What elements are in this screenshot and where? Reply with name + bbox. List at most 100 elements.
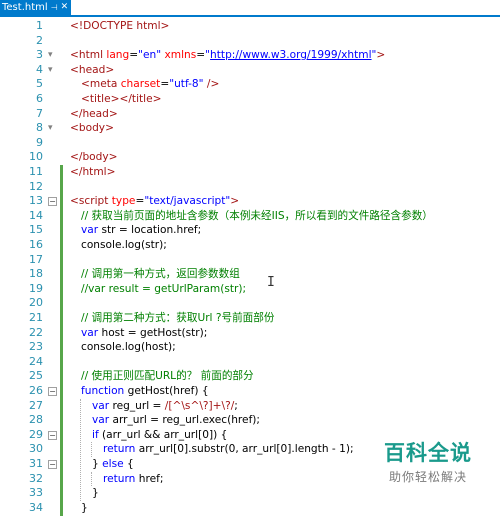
code-text[interactable]: console.log(str);: [81, 238, 167, 253]
code-token: charset: [120, 78, 161, 91]
code-token: lang: [106, 49, 130, 62]
indent-guide: [80, 398, 81, 501]
code-text[interactable]: return arr_url[0].substr(0, arr_url[0].l…: [103, 442, 354, 457]
code-text[interactable]: <html lang="en" xmlns="http://www.w3.org…: [70, 48, 385, 63]
code-text[interactable]: <meta charset="utf-8" />: [81, 77, 219, 92]
code-text[interactable]: <head>: [70, 63, 114, 78]
code-text[interactable]: //var result = getUrlParam(str);: [81, 282, 246, 297]
line-number: 6: [36, 92, 43, 105]
line-number: 14: [29, 208, 43, 222]
code-token: // 调用第二种方式：获取Url ?号前面部份: [81, 312, 275, 324]
line-number: 29: [29, 427, 43, 441]
collapse-box-icon[interactable]: −: [48, 430, 57, 440]
code-text[interactable]: var reg_url = /[^\s^\?]+\?/;: [92, 399, 238, 414]
code-token: href;: [138, 472, 164, 485]
code-line: 15 var str = location.href;: [0, 223, 500, 239]
change-bar: [60, 413, 63, 429]
fold-arrow-icon[interactable]: ▾: [48, 51, 57, 60]
change-bar: [60, 179, 63, 195]
code-text[interactable]: <title></title>: [81, 92, 162, 107]
code-text[interactable]: var host = getHost(str);: [81, 326, 207, 341]
line-number: 10: [29, 150, 43, 164]
code-token: =: [160, 78, 170, 91]
code-token: </body>: [70, 151, 118, 164]
line-number: 5: [36, 77, 43, 91]
code-line: 7 </head>: [0, 107, 500, 122]
code-text[interactable]: } else {: [92, 457, 134, 472]
line-number: 21: [29, 311, 43, 324]
code-text[interactable]: var str = location.href;: [81, 223, 201, 238]
code-text[interactable]: <!DOCTYPE html>: [70, 19, 169, 34]
code-token: <script: [70, 195, 112, 208]
code-token: str = location.href;: [101, 224, 202, 237]
line-number: 3: [36, 48, 43, 62]
code-text[interactable]: </body>: [70, 150, 118, 165]
code-line: 21 // 调用第二种方式：获取Url ?号前面部份: [0, 311, 500, 326]
code-text[interactable]: <body>: [70, 121, 114, 136]
line-number: 19: [29, 281, 43, 295]
code-token: arr_url = reg_url.exec(href);: [112, 414, 260, 427]
change-bar: [60, 457, 63, 472]
code-token: />: [203, 78, 220, 91]
code-text[interactable]: </head>: [70, 107, 118, 122]
line-number: 32: [29, 471, 43, 485]
code-token: return: [103, 443, 139, 456]
code-line: 18 // 调用第一种方式，返回参数数组: [0, 267, 500, 283]
change-bar: [60, 398, 63, 414]
code-text[interactable]: function getHost(href) {: [81, 384, 209, 399]
change-bar: [60, 208, 63, 224]
change-bar: [60, 311, 63, 326]
line-number: 31: [29, 457, 43, 470]
code-line: 1 <!DOCTYPE html>: [0, 19, 500, 34]
code-text[interactable]: }: [81, 501, 88, 516]
code-token: http://www.w3.org/1999/xhtml: [210, 49, 372, 62]
code-token: ;: [234, 399, 238, 412]
pin-icon[interactable]: ⊣: [51, 0, 58, 15]
code-text[interactable]: <script type="text/javascript">: [70, 194, 239, 209]
line-number: 30: [29, 442, 43, 456]
close-icon[interactable]: ✕: [61, 0, 69, 15]
code-token: =: [196, 49, 206, 62]
code-token: return: [103, 472, 139, 485]
collapse-box-icon[interactable]: −: [48, 197, 57, 207]
change-bar: [60, 369, 63, 385]
code-token: {: [126, 458, 134, 470]
code-token: console.log(host);: [81, 341, 176, 354]
code-token: <body>: [70, 122, 114, 135]
code-text[interactable]: var arr_url = reg_url.exec(href);: [92, 413, 260, 428]
line-number: 11: [29, 165, 43, 178]
code-token: var: [81, 224, 102, 237]
code-line: 26− function getHost(href) {: [0, 384, 500, 399]
code-text[interactable]: </html>: [70, 165, 115, 180]
code-token: "utf-8": [169, 78, 204, 91]
code-line: 20: [0, 296, 500, 312]
change-bar: [60, 281, 63, 297]
code-text[interactable]: return href;: [103, 472, 163, 487]
line-number: 18: [29, 267, 43, 281]
code-text[interactable]: }: [92, 486, 99, 501]
code-token: getHost(href) {: [127, 385, 209, 397]
tab-label: Test.html: [2, 2, 48, 13]
line-number: 25: [29, 369, 43, 383]
code-text[interactable]: // 使用正则匹配URL的？ 前面的部分: [81, 369, 254, 384]
code-text[interactable]: // 获取当前页面的地址含参数（本例未经IIS，所以看到的文件路径含参数）: [81, 209, 433, 224]
change-bar: [60, 471, 63, 487]
tab-test-html[interactable]: Test.html ⊣ ✕: [0, 0, 72, 15]
line-number: 16: [29, 238, 43, 251]
line-number: 22: [29, 325, 43, 339]
code-line: 6 <title></title>: [0, 92, 500, 107]
code-line: 23 console.log(host);: [0, 340, 500, 356]
code-text[interactable]: console.log(host);: [81, 340, 176, 355]
fold-arrow-icon[interactable]: ▾: [48, 124, 57, 133]
code-token: >: [230, 195, 240, 208]
collapse-box-icon[interactable]: −: [48, 460, 57, 469]
collapse-box-icon[interactable]: −: [48, 387, 57, 396]
code-text[interactable]: // 调用第一种方式，返回参数数组: [81, 267, 240, 282]
change-bar: [60, 165, 63, 180]
code-line: 34}: [0, 500, 500, 516]
code-text[interactable]: // 调用第二种方式：获取Url ?号前面部份: [81, 311, 274, 326]
fold-arrow-icon[interactable]: ▾: [48, 65, 57, 75]
line-number: 12: [29, 179, 43, 193]
indent-guide: [91, 471, 92, 487]
code-text[interactable]: if (arr_url && arr_url[0]) {: [92, 428, 227, 443]
